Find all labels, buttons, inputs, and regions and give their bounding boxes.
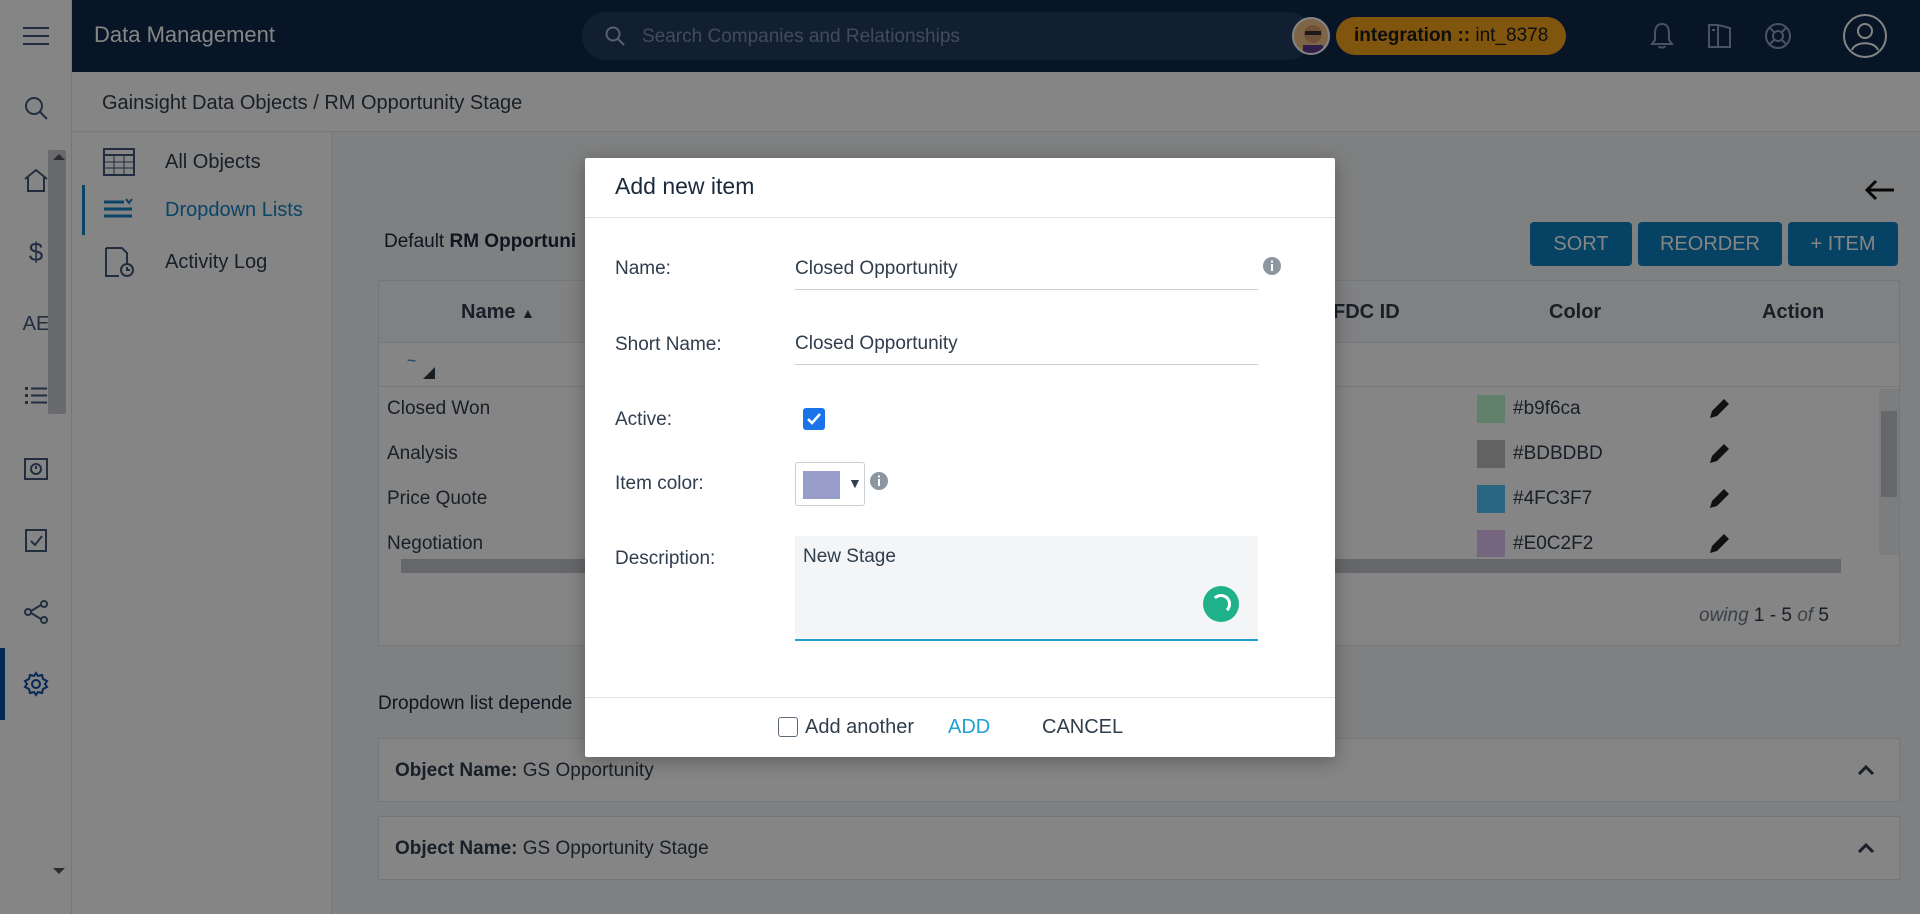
add-item-dialog: Add new item Name: Closed Opportunity Sh… <box>585 158 1335 757</box>
name-label: Name: <box>615 258 671 279</box>
add-button[interactable]: ADD <box>948 716 990 739</box>
caret-down-icon: ▼ <box>848 475 862 491</box>
description-textarea[interactable]: New Stage <box>795 536 1258 641</box>
grammar-assistant-icon[interactable] <box>1203 586 1239 622</box>
cancel-button[interactable]: CANCEL <box>1042 716 1123 739</box>
add-another-checkbox[interactable] <box>778 717 798 737</box>
dialog-footer: Add another ADD CANCEL <box>585 697 1335 757</box>
dialog-title: Add new item <box>615 173 755 199</box>
info-icon[interactable] <box>1262 256 1282 276</box>
short-name-label: Short Name: <box>615 334 722 355</box>
checkmark-icon <box>807 413 821 425</box>
add-another-label[interactable]: Add another <box>805 716 914 739</box>
item-color-picker[interactable]: ▼ <box>795 462 865 506</box>
info-icon[interactable] <box>869 471 889 491</box>
active-checkbox[interactable] <box>803 408 825 430</box>
active-label: Active: <box>615 409 673 430</box>
dialog-header: Add new item <box>585 158 1335 218</box>
item-color-label: Item color: <box>615 473 704 494</box>
name-field[interactable]: Closed Opportunity <box>795 246 1258 290</box>
color-swatch <box>803 471 840 499</box>
description-label: Description: <box>615 548 716 569</box>
short-name-field[interactable]: Closed Opportunity <box>795 321 1258 365</box>
